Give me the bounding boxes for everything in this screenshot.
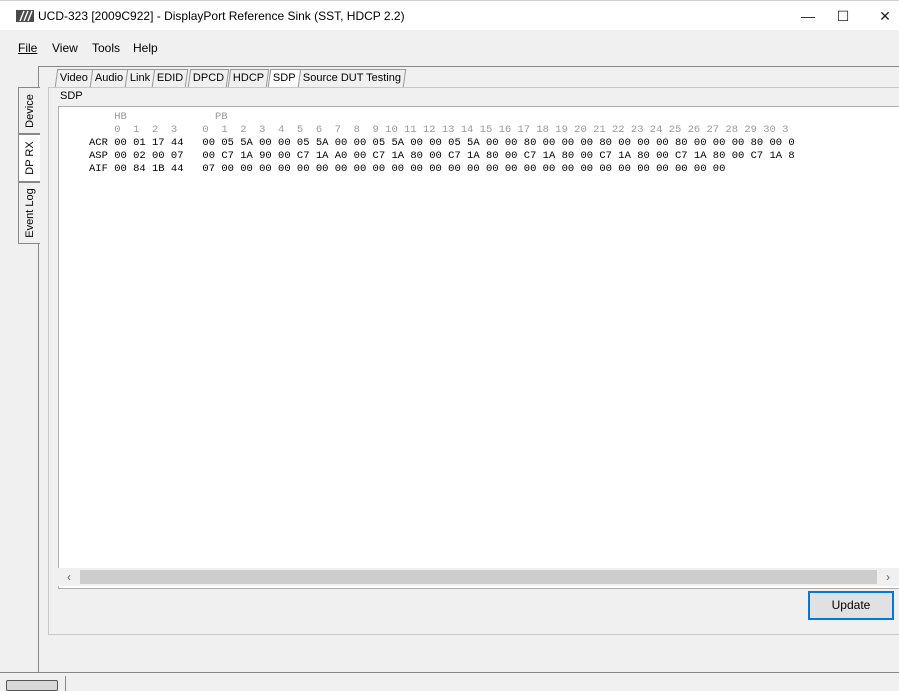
side-tab-device[interactable]: Device [18,87,40,134]
side-tab-event-log[interactable]: Event Log [18,182,40,244]
tab-dpcd-label: DPCD [192,72,225,84]
sdp-row-aif: AIF 00 84 1B 44 07 00 00 00 00 00 00 00 … [89,163,726,175]
close-button[interactable]: ✕ [862,1,899,31]
app-logo-icon [16,10,34,22]
sdp-row-acr: ACR 00 01 17 44 00 05 5A 00 00 05 5A 00 … [89,137,795,149]
menu-bar: File View Tools Help [0,30,899,55]
scroll-right-icon[interactable]: › [879,568,897,586]
scroll-left-icon[interactable]: ‹ [60,568,78,586]
window-title: UCD-323 [2009C922] - DisplayPort Referen… [38,9,405,23]
tab-dpcd[interactable]: DPCD [187,69,230,87]
tab-link-label: Link [129,72,151,84]
scrollbar-thumb[interactable] [80,570,877,584]
tab-source-dut-testing-label: Source DUT Testing [302,72,401,84]
sdp-row-asp: ASP 00 02 00 07 00 C7 1A 90 00 C7 1A A0 … [89,150,795,162]
tab-hdcp-label: HDCP [232,72,265,84]
status-indicator [6,680,58,691]
side-tab-event-log-label: Event Log [23,188,36,238]
tab-edid[interactable]: EDID [151,69,189,87]
sdp-text-area[interactable]: HB PB 0 1 2 3 0 1 2 3 4 5 6 7 8 9 10 11 … [58,106,899,589]
tab-hdcp[interactable]: HDCP [227,69,270,87]
menu-file[interactable]: File [18,41,37,55]
side-tab-strip: Device DP RX Event Log [18,62,40,672]
tab-edid-label: EDID [156,72,184,84]
sdp-group-title: SDP [60,90,83,102]
status-separator [65,676,66,691]
tab-audio[interactable]: Audio [89,69,129,87]
tab-sdp-label: SDP [272,72,296,84]
tab-link[interactable]: Link [124,69,156,87]
tab-source-dut-testing[interactable]: Source DUT Testing [297,69,407,87]
menu-tools[interactable]: Tools [92,41,120,55]
sdp-header-labels: HB PB [89,111,228,123]
sdp-header-indices: 0 1 2 3 0 1 2 3 4 5 6 7 8 9 10 11 12 13 … [89,124,789,136]
side-tab-dp-rx-label: DP RX [23,141,36,175]
tab-sdp[interactable]: SDP [267,69,301,87]
tab-video-label: Video [59,72,88,84]
title-bar: UCD-323 [2009C922] - DisplayPort Referen… [0,0,899,30]
menu-help[interactable]: Help [133,41,158,55]
tab-audio-label: Audio [94,72,124,84]
side-tab-dp-rx[interactable]: DP RX [18,134,40,182]
update-button[interactable]: Update [808,591,894,620]
menu-file-label: File [18,41,38,55]
maximize-button[interactable]: ☐ [820,1,866,31]
status-divider [0,672,899,673]
tab-video[interactable]: Video [54,69,94,87]
menu-view[interactable]: View [52,41,78,55]
side-tab-device-label: Device [23,93,36,128]
horizontal-scrollbar[interactable]: ‹ › [58,568,899,586]
